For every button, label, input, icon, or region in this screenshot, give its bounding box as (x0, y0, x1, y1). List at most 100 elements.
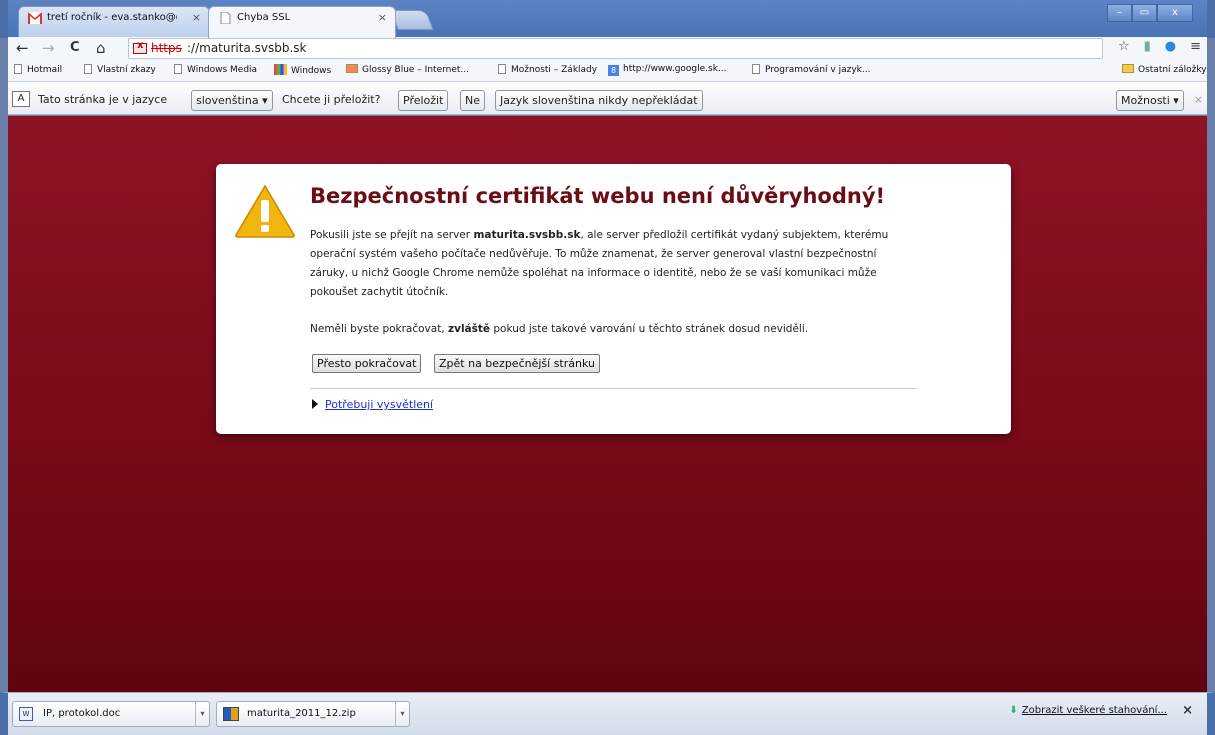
bookmark-programovani[interactable]: Programování v jazyk... (752, 64, 870, 75)
page-icon (220, 12, 231, 24)
new-tab-button[interactable] (390, 10, 434, 30)
page-icon (752, 64, 760, 74)
infobar-close-icon[interactable]: × (1194, 93, 1203, 106)
tab-strip: tretí ročník - eva.stanko@gm × Chyba SSL… (0, 0, 1215, 38)
other-bookmarks-label: Ostatní záložky (1138, 65, 1207, 75)
no-button[interactable]: Ne (460, 90, 485, 111)
word-doc-icon: W (19, 707, 33, 721)
bookmark-vlastni[interactable]: Vlastní zkazy (84, 64, 156, 75)
bookmark-label: http://www.google.sk... (623, 64, 727, 74)
signal-icon[interactable]: ▮ (1144, 39, 1151, 54)
language-value: slovenština (196, 94, 259, 107)
ssl-warning-box: Bezpečnostní certifikát webu není důvěry… (216, 164, 1011, 434)
window-controls: – ▭ x (1107, 4, 1193, 22)
download-item[interactable]: W IP, protokol.doc ▾ (12, 701, 210, 727)
download-item[interactable]: maturita_2011_12.zip ▾ (216, 701, 410, 727)
options-button[interactable]: Možnosti ▾ (1116, 90, 1184, 111)
show-all-label: Zobrazit veškeré stahování... (1021, 705, 1167, 716)
page-title: Bezpečnostní certifikát webu není důvěry… (310, 184, 886, 208)
chevron-down-icon: ▾ (1173, 94, 1179, 107)
bookmark-label: Hotmail (27, 65, 63, 75)
tab-label: tretí ročník - eva.stanko@gm (47, 12, 177, 23)
page-icon (14, 64, 22, 74)
toolbar-right: ☆ ▮ ● ≡ (1118, 39, 1201, 54)
more-info-label: Potřebuji vysvětlení (325, 398, 434, 411)
divider (310, 388, 917, 389)
bookmark-google[interactable]: 8 http://www.google.sk... (608, 64, 727, 76)
bookmark-moznosti[interactable]: Možnosti – Základy (498, 64, 597, 75)
gmail-icon (28, 12, 42, 24)
proceed-button[interactable]: Přesto pokračovat (312, 354, 422, 373)
tab-label: Chyba SSL (237, 12, 291, 23)
warning-icon (235, 184, 295, 238)
download-arrow-icon: ⬇ (1009, 705, 1018, 716)
close-window-button[interactable]: x (1157, 4, 1193, 22)
maximize-button[interactable]: ▭ (1132, 4, 1157, 22)
tab-chyba-ssl[interactable]: Chyba SSL × (208, 6, 396, 38)
bookmark-label: Windows (291, 66, 332, 76)
folder-icon (1122, 64, 1134, 73)
more-info-link[interactable]: Potřebuji vysvětlení (312, 398, 433, 411)
ssl-error-icon[interactable] (133, 40, 147, 54)
page-icon (174, 64, 182, 74)
show-all-downloads-link[interactable]: ⬇ Zobrazit veškeré stahování... (1009, 705, 1167, 716)
language-select[interactable]: slovenština ▾ (191, 90, 273, 111)
page-icon (498, 64, 506, 74)
google-icon: 8 (608, 65, 619, 76)
warning-paragraph: Pokusili jste se přejít na server maturi… (310, 226, 910, 302)
minimize-button[interactable]: – (1107, 4, 1132, 22)
tab-close-icon[interactable]: × (192, 11, 201, 24)
shelf-close-icon[interactable]: × (1182, 703, 1193, 718)
download-name: maturita_2011_12.zip (247, 708, 356, 719)
chevron-down-icon: ▾ (262, 94, 268, 107)
windows-icon (274, 64, 287, 75)
translate-prefix: Tato stránka je v jazyce (38, 93, 168, 106)
address-bar[interactable]: https ://maturita.svsbb.sk (128, 38, 1103, 59)
advice-text: Neměli byste pokračovat, (310, 323, 448, 335)
bookmark-windows-media[interactable]: Windows Media (174, 64, 257, 75)
page-icon (84, 64, 92, 74)
bookmark-label: Windows Media (187, 65, 258, 75)
bookmark-label: Vlastní zkazy (97, 65, 156, 75)
server-host: maturita.svsbb.sk (473, 229, 581, 241)
expand-triangle-icon (312, 399, 318, 409)
bookmarks-bar: Hotmail Vlastní zkazy Windows Media Wind… (8, 59, 1207, 82)
advice-paragraph: Neměli byste pokračovat, zvláště pokud j… (310, 320, 910, 339)
download-shelf: W IP, protokol.doc ▾ maturita_2011_12.zi… (0, 692, 1215, 735)
options-label: Možnosti (1121, 94, 1170, 107)
warning-text: Pokusili jste se přejít na server (310, 229, 474, 241)
bookmark-label: Programování v jazyk... (765, 65, 871, 75)
bookmark-hotmail[interactable]: Hotmail (14, 64, 62, 75)
toolbar: ← → C ⌂ https ://maturita.svsbb.sk ☆ ▮ ●… (8, 37, 1207, 59)
never-translate-button[interactable]: Jazyk slovenština nikdy nepřekládat (495, 90, 703, 111)
chevron-down-icon[interactable]: ▾ (195, 702, 209, 726)
glossy-icon (346, 64, 358, 73)
home-button[interactable]: ⌂ (96, 39, 106, 57)
chevron-down-icon[interactable]: ▾ (395, 702, 409, 726)
advice-emphasis: zvláště (448, 323, 491, 335)
back-to-safety-button[interactable]: Zpět na bezpečnější stránku (434, 354, 600, 373)
other-bookmarks[interactable]: Ostatní záložky (1122, 64, 1207, 75)
bookmark-label: Glossy Blue – Internet... (362, 65, 470, 75)
url-scheme: https (151, 41, 182, 55)
download-name: IP, protokol.doc (43, 708, 121, 719)
tab-close-icon[interactable]: × (378, 11, 387, 24)
translate-infobar: A Tato stránka je v jazyce slovenština ▾… (8, 82, 1207, 115)
advice-text: pokud jste takové varování u těchto strá… (490, 323, 809, 335)
url-host: ://maturita.svsbb.sk (187, 41, 307, 55)
reload-button[interactable]: C (70, 39, 80, 57)
forward-button[interactable]: → (42, 39, 55, 57)
tab-gmail[interactable]: tretí ročník - eva.stanko@gm × (18, 6, 210, 38)
bookmark-glossy-blue[interactable]: Glossy Blue – Internet... (346, 64, 469, 75)
back-button[interactable]: ← (16, 39, 29, 57)
star-icon[interactable]: ☆ (1118, 39, 1130, 54)
translate-icon: A (12, 91, 30, 107)
skype-icon[interactable]: ● (1165, 39, 1176, 54)
translate-question: Chcete ji přeložit? (282, 93, 381, 106)
bookmark-label: Možnosti – Základy (511, 65, 598, 75)
zip-icon (223, 707, 239, 721)
page-content: Bezpečnostní certifikát webu není důvěry… (8, 116, 1207, 692)
translate-button[interactable]: Přeložit (398, 90, 449, 111)
bookmark-windows[interactable]: Windows (274, 64, 331, 76)
wrench-menu-icon[interactable]: ≡ (1190, 39, 1201, 54)
